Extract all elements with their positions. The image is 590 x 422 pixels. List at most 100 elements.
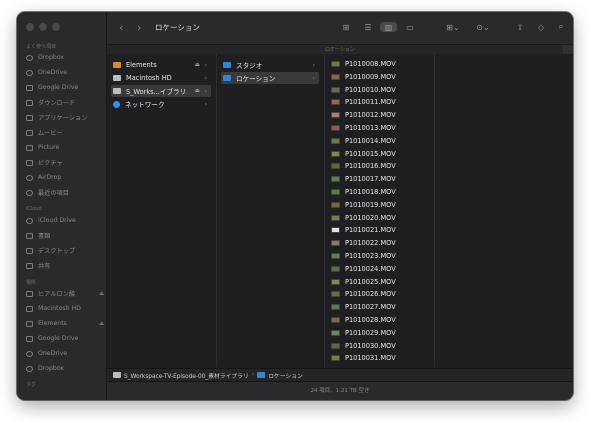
sidebar-item-location-0[interactable]: ヒアルロン酸 ⏏ bbox=[26, 287, 104, 300]
video-thumbnail-icon bbox=[331, 112, 340, 119]
disk-icon bbox=[113, 88, 121, 94]
eject-icon[interactable]: ⏏ bbox=[99, 321, 104, 327]
sidebar-item-label: ピクチャ bbox=[38, 160, 63, 167]
file-row[interactable]: P1010031.MOV bbox=[329, 352, 429, 364]
tab-label[interactable]: ロケーション bbox=[107, 46, 573, 53]
sidebar-item-favorite-8[interactable]: AirDrop bbox=[26, 171, 102, 184]
list-view-button[interactable]: ☰ bbox=[361, 22, 375, 32]
forward-button[interactable]: › bbox=[137, 21, 141, 34]
volume-row[interactable]: ネットワーク › bbox=[111, 98, 211, 110]
zoom-window-button[interactable] bbox=[52, 23, 60, 31]
sidebar-item-favorite-0[interactable]: Dropbox bbox=[26, 51, 102, 64]
sidebar-item-favorite-3[interactable]: ダウンロード bbox=[26, 96, 102, 109]
toolbar: ‹ › ロケーション ⊞ ☰ ▥ ▭ ⊞⌄ ⊙⌄ ⇪ ◇ ⌕ bbox=[107, 12, 573, 44]
file-row[interactable]: P1010030.MOV bbox=[329, 340, 429, 352]
sidebar-item-icloud-0[interactable]: iCloud Drive bbox=[26, 214, 102, 227]
file-name: P1010010.MOV bbox=[345, 85, 396, 94]
sidebar-item-favorite-2[interactable]: Google Drive bbox=[26, 81, 102, 94]
file-row[interactable]: P1010011.MOV bbox=[329, 96, 429, 108]
icloud-icon bbox=[26, 217, 33, 224]
file-row[interactable]: P1010014.MOV bbox=[329, 135, 429, 147]
file-name: P1010014.MOV bbox=[345, 136, 396, 145]
file-row[interactable]: P1010022.MOV bbox=[329, 237, 429, 249]
back-button[interactable]: ‹ bbox=[119, 21, 123, 34]
folder-row[interactable]: ロケーション › bbox=[221, 72, 319, 84]
file-name: P1010013.MOV bbox=[345, 124, 396, 132]
new-tab-button[interactable] bbox=[563, 45, 573, 54]
file-name: P1010031.MOV bbox=[345, 354, 396, 363]
folder-row[interactable]: スタジオ › bbox=[221, 59, 319, 71]
eject-icon[interactable]: ⏏ bbox=[195, 88, 200, 94]
file-name: P1010023.MOV bbox=[345, 252, 396, 260]
eject-icon[interactable]: ⏏ bbox=[195, 62, 200, 68]
disk-icon bbox=[26, 305, 33, 312]
sidebar-item-label: Google Drive bbox=[38, 84, 79, 91]
path-root[interactable]: S_Workspace-TV-Episode-00_素材ライブラリ bbox=[124, 371, 249, 380]
sidebar-item-label: Google Drive bbox=[38, 335, 79, 342]
video-thumbnail-icon bbox=[331, 137, 340, 144]
eject-icon[interactable]: ⏏ bbox=[99, 291, 104, 297]
shared-folder-icon bbox=[26, 262, 33, 269]
file-name: P1010024.MOV bbox=[345, 264, 396, 273]
column-preview bbox=[435, 54, 573, 367]
volume-row[interactable]: S_Works...イブラリ ⏏ › bbox=[111, 85, 211, 97]
file-row[interactable]: P1010015.MOV bbox=[329, 148, 429, 160]
minimize-window-button[interactable] bbox=[39, 23, 47, 31]
tag-button[interactable]: ◇ bbox=[535, 22, 547, 32]
volume-row[interactable]: Elements ⏏ › bbox=[111, 59, 211, 71]
file-row[interactable]: P1010016.MOV bbox=[329, 160, 429, 172]
file-row[interactable]: P1010008.MOV bbox=[329, 58, 429, 70]
video-thumbnail-icon bbox=[331, 125, 340, 131]
video-thumbnail-icon bbox=[331, 86, 340, 93]
sidebar-item-icloud-1[interactable]: 書類 bbox=[26, 229, 102, 242]
video-thumbnail-icon bbox=[331, 265, 340, 272]
volume-row[interactable]: Macintosh HD › bbox=[111, 72, 211, 84]
file-row[interactable]: P1010026.MOV bbox=[329, 288, 429, 300]
file-row[interactable]: P1010010.MOV bbox=[329, 84, 429, 96]
sidebar-item-label: ダウンロード bbox=[38, 100, 76, 107]
sidebar-item-favorite-4[interactable]: アプリケーション bbox=[26, 111, 102, 124]
path-current[interactable]: ロケーション bbox=[268, 371, 303, 380]
icon-view-button[interactable]: ⊞ bbox=[339, 22, 353, 32]
file-row[interactable]: P1010009.MOV bbox=[329, 71, 429, 83]
sidebar-item-icloud-2[interactable]: デスクトップ bbox=[26, 244, 102, 257]
file-name: P1010015.MOV bbox=[345, 149, 396, 158]
sidebar-heading-icloud: iCloud bbox=[26, 206, 42, 212]
file-row[interactable]: P1010024.MOV bbox=[329, 263, 429, 275]
file-row[interactable]: P1010025.MOV bbox=[329, 276, 429, 288]
file-row[interactable]: P1010018.MOV bbox=[329, 186, 429, 198]
share-button[interactable]: ⇪ bbox=[514, 22, 526, 32]
sidebar-item-label: アプリケーション bbox=[38, 115, 88, 122]
sidebar-item-favorite-6[interactable]: Picture bbox=[26, 141, 102, 154]
action-menu-button[interactable]: ⊙⌄ bbox=[473, 22, 493, 32]
file-row[interactable]: P1010017.MOV bbox=[329, 173, 429, 185]
sidebar-item-favorite-9[interactable]: 最近の項目 bbox=[26, 186, 102, 199]
finder-window: よく使う項目 Dropbox OneDrive Google Drive ダウンロードア… bbox=[17, 12, 573, 400]
file-row[interactable]: P1010012.MOV bbox=[329, 109, 429, 121]
sidebar-item-icloud-3[interactable]: 共有 bbox=[26, 259, 102, 272]
sidebar-item-location-5[interactable]: Dropbox bbox=[26, 362, 102, 375]
file-row[interactable]: P1010020.MOV bbox=[329, 212, 429, 224]
sidebar-item-location-3[interactable]: Google Drive bbox=[26, 332, 102, 345]
video-thumbnail-icon bbox=[331, 278, 340, 285]
chevron-right-icon: › bbox=[312, 61, 315, 69]
file-row[interactable]: P1010027.MOV bbox=[329, 301, 429, 313]
network-icon bbox=[113, 100, 120, 108]
sidebar-item-favorite-1[interactable]: OneDrive bbox=[26, 66, 102, 79]
file-row[interactable]: P1010023.MOV bbox=[329, 250, 429, 262]
close-window-button[interactable] bbox=[26, 23, 34, 31]
sidebar-item-favorite-7[interactable]: ピクチャ bbox=[26, 156, 102, 169]
group-menu-button[interactable]: ⊞⌄ bbox=[443, 22, 463, 32]
search-button[interactable]: ⌕ bbox=[555, 22, 567, 32]
file-row[interactable]: P1010028.MOV bbox=[329, 314, 429, 326]
sidebar-item-location-1[interactable]: Macintosh HD bbox=[26, 302, 102, 315]
column-view-button[interactable]: ▥ bbox=[380, 22, 397, 32]
sidebar-item-favorite-5[interactable]: ムービー bbox=[26, 126, 102, 139]
file-row[interactable]: P1010013.MOV bbox=[329, 122, 429, 134]
file-row[interactable]: P1010019.MOV bbox=[329, 199, 429, 211]
file-row[interactable]: P1010029.MOV bbox=[329, 327, 429, 339]
sidebar-item-location-4[interactable]: OneDrive bbox=[26, 347, 102, 360]
sidebar-item-location-2[interactable]: Elements ⏏ bbox=[26, 317, 104, 330]
gallery-view-button[interactable]: ▭ bbox=[403, 22, 417, 32]
file-row[interactable]: P1010021.MOV bbox=[329, 224, 429, 236]
